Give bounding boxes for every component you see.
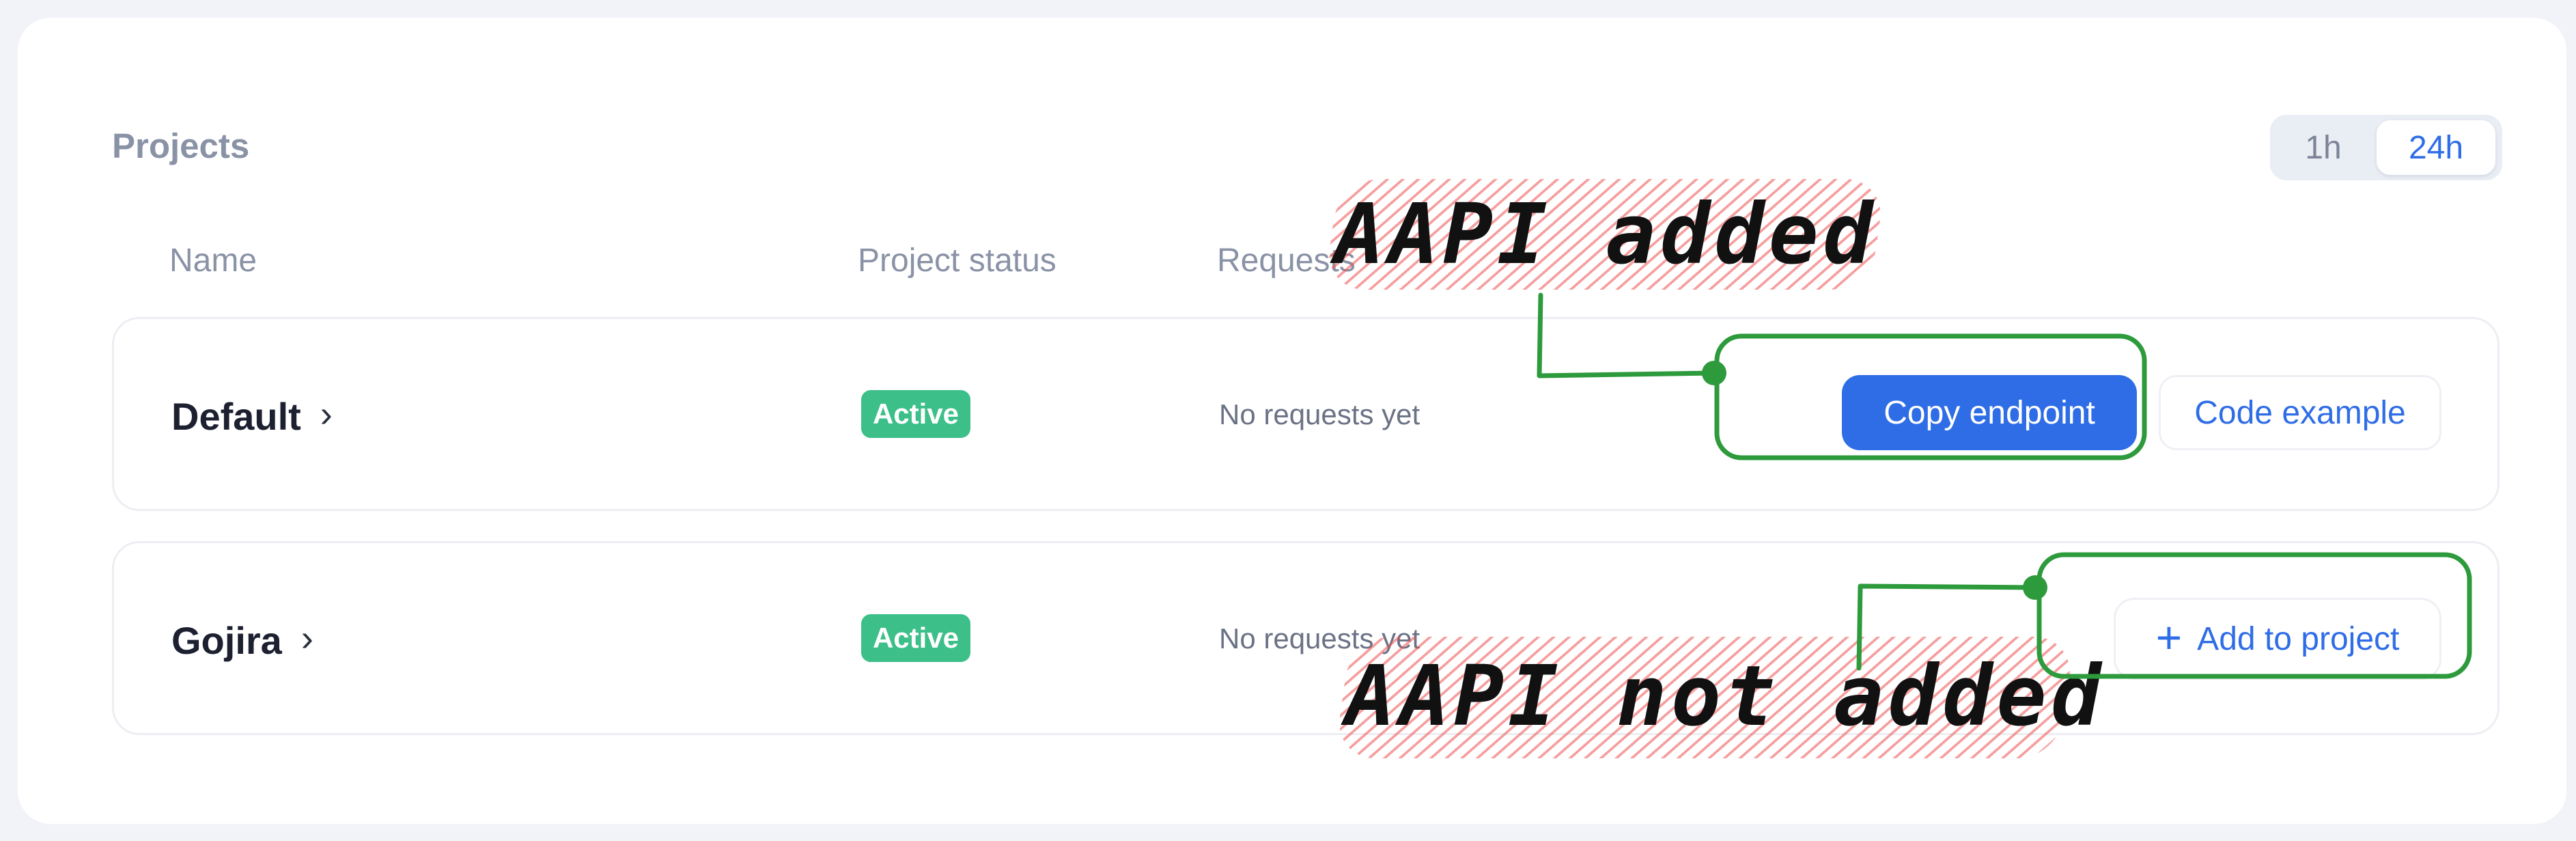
- code-example-button[interactable]: Code example: [2159, 375, 2441, 450]
- time-range-toggle: 1h 24h: [2270, 115, 2502, 180]
- plus-icon: +: [2155, 612, 2183, 663]
- annotation-text-bottom: AAPI not added: [1345, 648, 2105, 745]
- project-name-link[interactable]: Default ›: [171, 394, 333, 439]
- range-option-1h[interactable]: 1h: [2277, 120, 2370, 175]
- requests-value: No requests yet: [1219, 398, 1420, 430]
- annotation-text-top: AAPI added: [1334, 186, 1877, 283]
- project-row: Default › Active No requests yet Copy en…: [112, 317, 2500, 511]
- add-to-project-label: Add to project: [2197, 620, 2400, 657]
- project-row: Gojira › Active No requests yet + Add to…: [112, 541, 2500, 735]
- status-badge: Active: [861, 390, 970, 438]
- status-badge: Active: [861, 614, 970, 662]
- chevron-right-icon: ›: [320, 393, 333, 435]
- column-header-name: Name: [169, 243, 257, 279]
- add-to-project-button[interactable]: + Add to project: [2114, 598, 2441, 680]
- range-option-24h[interactable]: 24h: [2377, 120, 2495, 175]
- project-name-link[interactable]: Gojira ›: [171, 618, 313, 663]
- projects-card: Projects 1h 24h Name Project status Requ…: [18, 18, 2566, 824]
- chevron-right-icon: ›: [300, 617, 313, 659]
- column-header-status: Project status: [858, 243, 1056, 279]
- project-name: Gojira: [171, 619, 282, 662]
- project-name: Default: [171, 395, 301, 438]
- copy-endpoint-button[interactable]: Copy endpoint: [1842, 375, 2137, 450]
- page-title: Projects: [112, 126, 250, 165]
